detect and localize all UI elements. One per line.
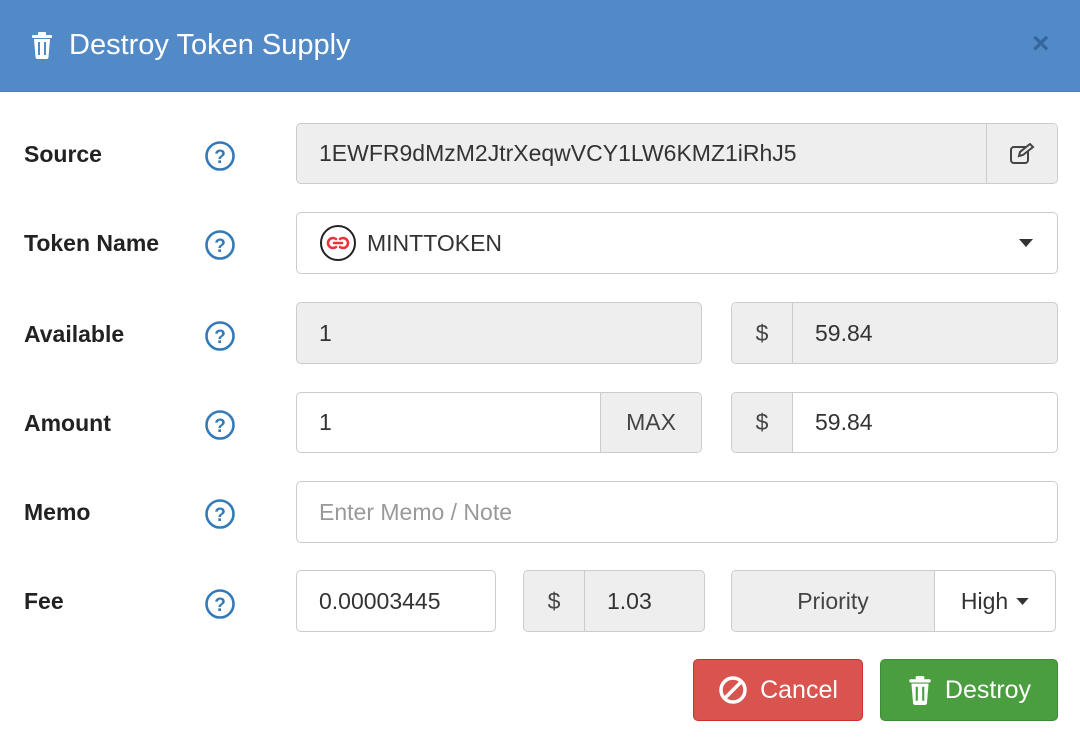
- edit-icon: [1010, 142, 1035, 164]
- chevron-down-icon: [1019, 239, 1033, 247]
- available-amount: 1: [319, 319, 332, 346]
- token-select[interactable]: MINTTOKEN: [296, 212, 1058, 274]
- dollar-addon: $: [732, 393, 793, 452]
- source-field[interactable]: 1EWFR9dMzM2JtrXeqwVCY1LW6KMZ1iRhJ5: [296, 123, 1058, 184]
- svg-text:?: ?: [214, 327, 226, 348]
- amount-label: Amount: [24, 410, 111, 436]
- svg-text:?: ?: [214, 147, 226, 168]
- help-icon[interactable]: ?: [204, 229, 236, 261]
- amount-input-group[interactable]: 1 MAX: [296, 392, 702, 453]
- priority-label: Priority: [732, 571, 935, 631]
- fee-input[interactable]: 0.00003445: [296, 570, 496, 632]
- svg-text:?: ?: [214, 416, 226, 437]
- edit-source-button[interactable]: [986, 124, 1057, 183]
- cancel-button[interactable]: Cancel: [693, 659, 863, 721]
- chevron-down-icon: [1016, 597, 1029, 605]
- destroy-label: Destroy: [944, 675, 1032, 704]
- svg-text:?: ?: [214, 505, 226, 526]
- token-name-label: Token Name: [24, 230, 160, 256]
- memo-input[interactable]: Enter Memo / Note: [296, 481, 1058, 543]
- close-icon[interactable]: ×: [1032, 28, 1050, 60]
- help-icon[interactable]: ?: [204, 140, 236, 172]
- help-icon[interactable]: ?: [204, 588, 236, 620]
- help-icon[interactable]: ?: [204, 409, 236, 441]
- ban-icon: [719, 676, 747, 704]
- token-name-value: MINTTOKEN: [367, 229, 503, 256]
- priority-value: High: [960, 587, 1009, 614]
- modal-header: Destroy Token Supply ×: [0, 0, 1080, 92]
- amount-input[interactable]: 1: [297, 409, 600, 436]
- trash-icon: [909, 676, 931, 705]
- fee-usd-field: $ 1.03: [523, 570, 705, 632]
- available-amount-field: 1: [296, 302, 702, 364]
- cancel-label: Cancel: [760, 675, 838, 704]
- priority-dropdown[interactable]: High: [935, 588, 1055, 615]
- source-label: Source: [24, 141, 102, 167]
- dollar-addon: $: [732, 303, 793, 363]
- trash-icon: [32, 32, 52, 59]
- fee-usd-value: 1.03: [607, 587, 652, 614]
- dollar-addon: $: [524, 571, 585, 631]
- fee-value[interactable]: 0.00003445: [297, 588, 441, 615]
- priority-group[interactable]: Priority High: [731, 570, 1056, 632]
- token-logo-icon: [320, 225, 356, 261]
- svg-text:?: ?: [214, 595, 226, 616]
- available-label: Available: [24, 321, 125, 347]
- fee-label: Fee: [24, 588, 64, 614]
- svg-text:?: ?: [214, 236, 226, 257]
- source-address: 1EWFR9dMzM2JtrXeqwVCY1LW6KMZ1iRhJ5: [319, 140, 797, 166]
- max-button[interactable]: MAX: [600, 393, 701, 452]
- destroy-button[interactable]: Destroy: [880, 659, 1058, 721]
- amount-usd-input[interactable]: 59.84: [793, 409, 873, 436]
- memo-placeholder: Enter Memo / Note: [319, 498, 513, 525]
- available-usd-value: 59.84: [815, 319, 873, 346]
- amount-usd-field[interactable]: $ 59.84: [731, 392, 1058, 453]
- modal-title: Destroy Token Supply: [69, 29, 351, 61]
- help-icon[interactable]: ?: [204, 320, 236, 352]
- available-usd-field: $ 59.84: [731, 302, 1058, 364]
- help-icon[interactable]: ?: [204, 498, 236, 530]
- memo-label: Memo: [24, 499, 91, 525]
